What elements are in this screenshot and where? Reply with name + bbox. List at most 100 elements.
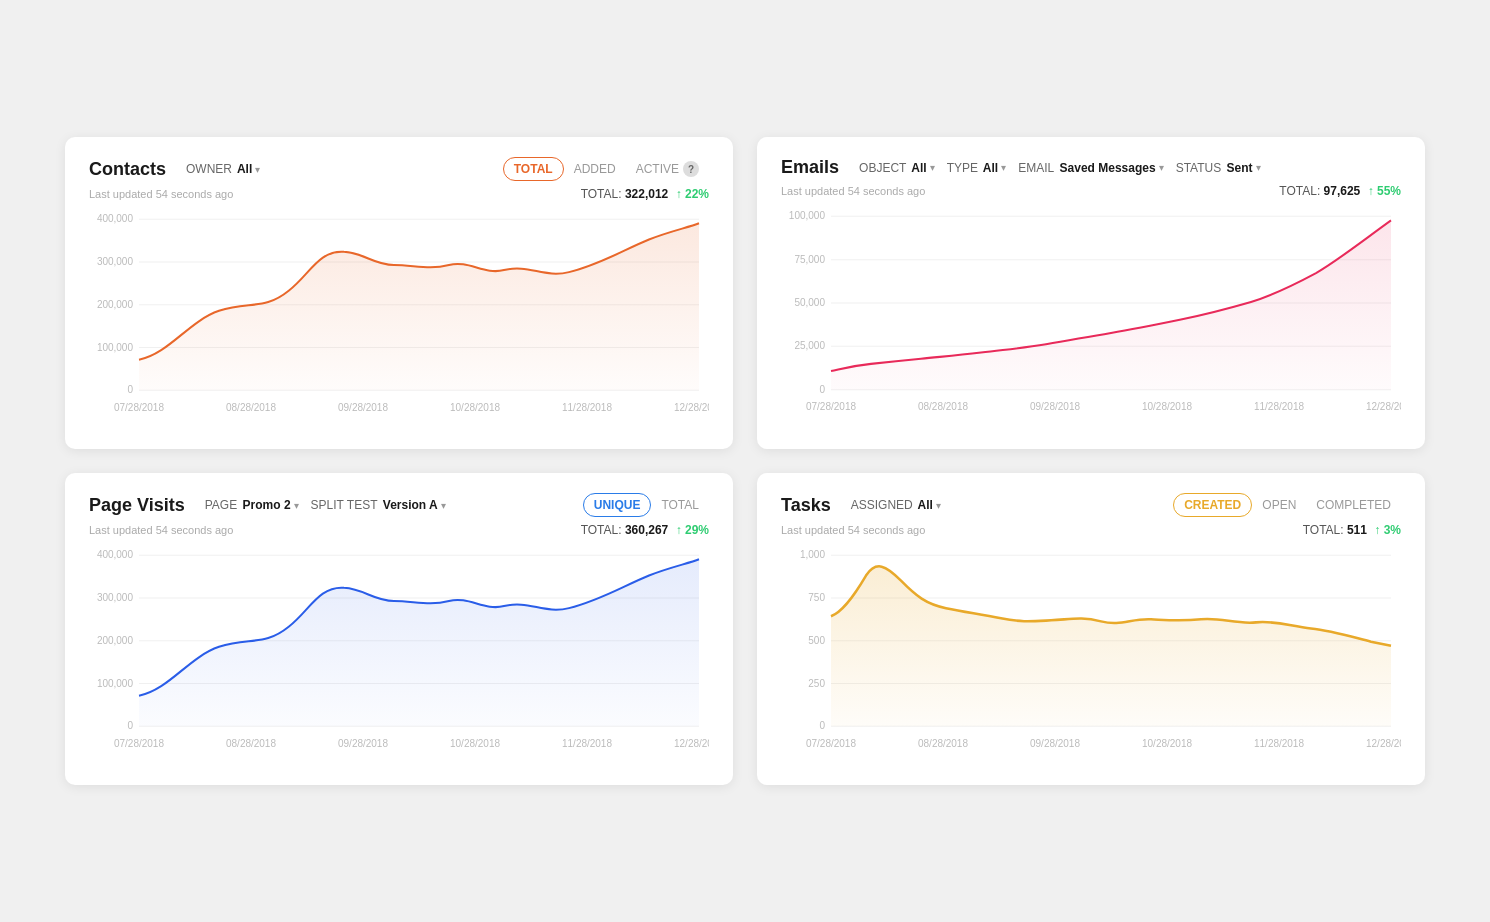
contacts-pct: ↑ 22% [676, 187, 709, 201]
tasks-tab-created[interactable]: CREATED [1173, 493, 1252, 517]
svg-text:12/28/2018: 12/28/2018 [1366, 738, 1401, 749]
contacts-tab-total[interactable]: TOTAL [503, 157, 564, 181]
pagevisits-chart: 400,000 300,000 200,000 100,000 0 07/28/… [89, 545, 709, 769]
svg-text:09/28/2018: 09/28/2018 [1030, 401, 1080, 412]
svg-text:10/28/2018: 10/28/2018 [450, 738, 500, 749]
contacts-tab-active[interactable]: ACTIVE ? [626, 157, 709, 181]
tasks-total-label: TOTAL: 511 ↑ 3% [1303, 523, 1401, 537]
svg-text:11/28/2018: 11/28/2018 [1254, 738, 1304, 749]
emails-object-filter[interactable]: OBJECT All ▾ [859, 161, 935, 175]
contacts-chart-area: 400,000 300,000 200,000 100,000 0 07/28/… [89, 209, 709, 433]
contacts-meta: Last updated 54 seconds ago TOTAL: 322,0… [89, 187, 709, 201]
contacts-area-fill [139, 223, 699, 390]
svg-text:75,000: 75,000 [794, 254, 825, 265]
pagevisits-title: Page Visits [89, 495, 185, 516]
contacts-title: Contacts [89, 159, 166, 180]
svg-text:07/28/2018: 07/28/2018 [806, 738, 856, 749]
emails-card: Emails OBJECT All ▾ TYPE All ▾ EMAIL Sav… [757, 137, 1425, 449]
emails-status-filter[interactable]: STATUS Sent ▾ [1176, 161, 1261, 175]
pagevisits-tab-unique[interactable]: UNIQUE [583, 493, 652, 517]
pagevisits-splittest-filter[interactable]: SPLIT TEST Version A ▾ [311, 498, 446, 512]
svg-text:250: 250 [808, 677, 825, 688]
tasks-card: Tasks ASSIGNED All ▾ CREATED OPEN COMPLE… [757, 473, 1425, 785]
dashboard: Contacts OWNER All ▾ TOTAL ADDED ACTIVE … [65, 137, 1425, 785]
svg-text:12/28/2018: 12/28/2018 [1366, 401, 1401, 412]
contacts-last-updated: Last updated 54 seconds ago [89, 188, 233, 200]
contacts-card: Contacts OWNER All ▾ TOTAL ADDED ACTIVE … [65, 137, 733, 449]
svg-text:100,000: 100,000 [97, 341, 133, 352]
contacts-chart: 400,000 300,000 200,000 100,000 0 07/28/… [89, 209, 709, 433]
emails-type-filter[interactable]: TYPE All ▾ [947, 161, 1007, 175]
tasks-chart: 1,000 750 500 250 0 07/28/2018 08/28/201… [781, 545, 1401, 769]
svg-text:08/28/2018: 08/28/2018 [226, 738, 276, 749]
contacts-tab-group: TOTAL ADDED ACTIVE ? [503, 157, 709, 181]
pagevisits-pct: ↑ 29% [676, 523, 709, 537]
svg-text:08/28/2018: 08/28/2018 [918, 738, 968, 749]
pagevisits-header: Page Visits PAGE Promo 2 ▾ SPLIT TEST Ve… [89, 493, 709, 517]
tasks-title: Tasks [781, 495, 831, 516]
tasks-assigned-filter[interactable]: ASSIGNED All ▾ [851, 498, 941, 512]
svg-text:12/28/2018: 12/28/2018 [674, 402, 709, 413]
svg-text:10/28/2018: 10/28/2018 [450, 402, 500, 413]
svg-text:09/28/2018: 09/28/2018 [1030, 738, 1080, 749]
pagevisits-card: Page Visits PAGE Promo 2 ▾ SPLIT TEST Ve… [65, 473, 733, 785]
pagevisits-tab-group: UNIQUE TOTAL [583, 493, 709, 517]
svg-text:07/28/2018: 07/28/2018 [114, 402, 164, 413]
emails-pct: ↑ 55% [1368, 184, 1401, 198]
svg-text:0: 0 [127, 720, 133, 731]
emails-filters: OBJECT All ▾ TYPE All ▾ EMAIL Saved Mess… [859, 161, 1401, 175]
pagevisits-page-filter[interactable]: PAGE Promo 2 ▾ [205, 498, 299, 512]
emails-area-fill [831, 220, 1391, 389]
tasks-last-updated: Last updated 54 seconds ago [781, 524, 925, 536]
svg-text:07/28/2018: 07/28/2018 [114, 738, 164, 749]
svg-text:1,000: 1,000 [800, 549, 825, 560]
pagevisits-total-label: TOTAL: 360,267 ↑ 29% [581, 523, 709, 537]
pagevisits-tab-total[interactable]: TOTAL [651, 494, 709, 516]
contacts-total-label: TOTAL: 322,012 ↑ 22% [581, 187, 709, 201]
tasks-meta: Last updated 54 seconds ago TOTAL: 511 ↑… [781, 523, 1401, 537]
tasks-area-fill [831, 566, 1391, 726]
emails-last-updated: Last updated 54 seconds ago [781, 185, 925, 197]
svg-text:08/28/2018: 08/28/2018 [918, 401, 968, 412]
svg-text:300,000: 300,000 [97, 256, 133, 267]
svg-text:0: 0 [819, 384, 825, 395]
tasks-total-value: 511 [1347, 523, 1367, 537]
pagevisits-meta: Last updated 54 seconds ago TOTAL: 360,2… [89, 523, 709, 537]
svg-text:11/28/2018: 11/28/2018 [1254, 401, 1304, 412]
svg-text:11/28/2018: 11/28/2018 [562, 738, 612, 749]
svg-text:100,000: 100,000 [789, 210, 825, 221]
svg-text:500: 500 [808, 635, 825, 646]
svg-text:750: 750 [808, 592, 825, 603]
pagevisits-last-updated: Last updated 54 seconds ago [89, 524, 233, 536]
svg-text:09/28/2018: 09/28/2018 [338, 738, 388, 749]
tasks-tab-completed[interactable]: COMPLETED [1306, 494, 1401, 516]
contacts-owner-filter[interactable]: OWNER All ▾ [186, 162, 260, 176]
pagevisits-chart-area: 400,000 300,000 200,000 100,000 0 07/28/… [89, 545, 709, 769]
tasks-header: Tasks ASSIGNED All ▾ CREATED OPEN COMPLE… [781, 493, 1401, 517]
tasks-pct: ↑ 3% [1374, 523, 1401, 537]
svg-text:0: 0 [127, 384, 133, 395]
emails-email-filter[interactable]: EMAIL Saved Messages ▾ [1018, 161, 1163, 175]
svg-text:200,000: 200,000 [97, 299, 133, 310]
svg-text:100,000: 100,000 [97, 677, 133, 688]
svg-text:08/28/2018: 08/28/2018 [226, 402, 276, 413]
contacts-tab-added[interactable]: ADDED [564, 158, 626, 180]
emails-total-label: TOTAL: 97,625 ↑ 55% [1279, 184, 1401, 198]
pagevisits-filters: PAGE Promo 2 ▾ SPLIT TEST Version A ▾ UN… [205, 493, 709, 517]
svg-text:11/28/2018: 11/28/2018 [562, 402, 612, 413]
emails-total-value: 97,625 [1324, 184, 1361, 198]
tasks-chart-area: 1,000 750 500 250 0 07/28/2018 08/28/201… [781, 545, 1401, 769]
svg-text:300,000: 300,000 [97, 592, 133, 603]
emails-meta: Last updated 54 seconds ago TOTAL: 97,62… [781, 184, 1401, 198]
svg-text:400,000: 400,000 [97, 213, 133, 224]
svg-text:200,000: 200,000 [97, 635, 133, 646]
svg-text:10/28/2018: 10/28/2018 [1142, 738, 1192, 749]
tasks-tab-group: CREATED OPEN COMPLETED [1173, 493, 1401, 517]
emails-header: Emails OBJECT All ▾ TYPE All ▾ EMAIL Sav… [781, 157, 1401, 178]
svg-text:10/28/2018: 10/28/2018 [1142, 401, 1192, 412]
svg-text:25,000: 25,000 [794, 340, 825, 351]
contacts-active-help-icon[interactable]: ? [683, 161, 699, 177]
tasks-tab-open[interactable]: OPEN [1252, 494, 1306, 516]
svg-text:0: 0 [819, 720, 825, 731]
contacts-header: Contacts OWNER All ▾ TOTAL ADDED ACTIVE … [89, 157, 709, 181]
